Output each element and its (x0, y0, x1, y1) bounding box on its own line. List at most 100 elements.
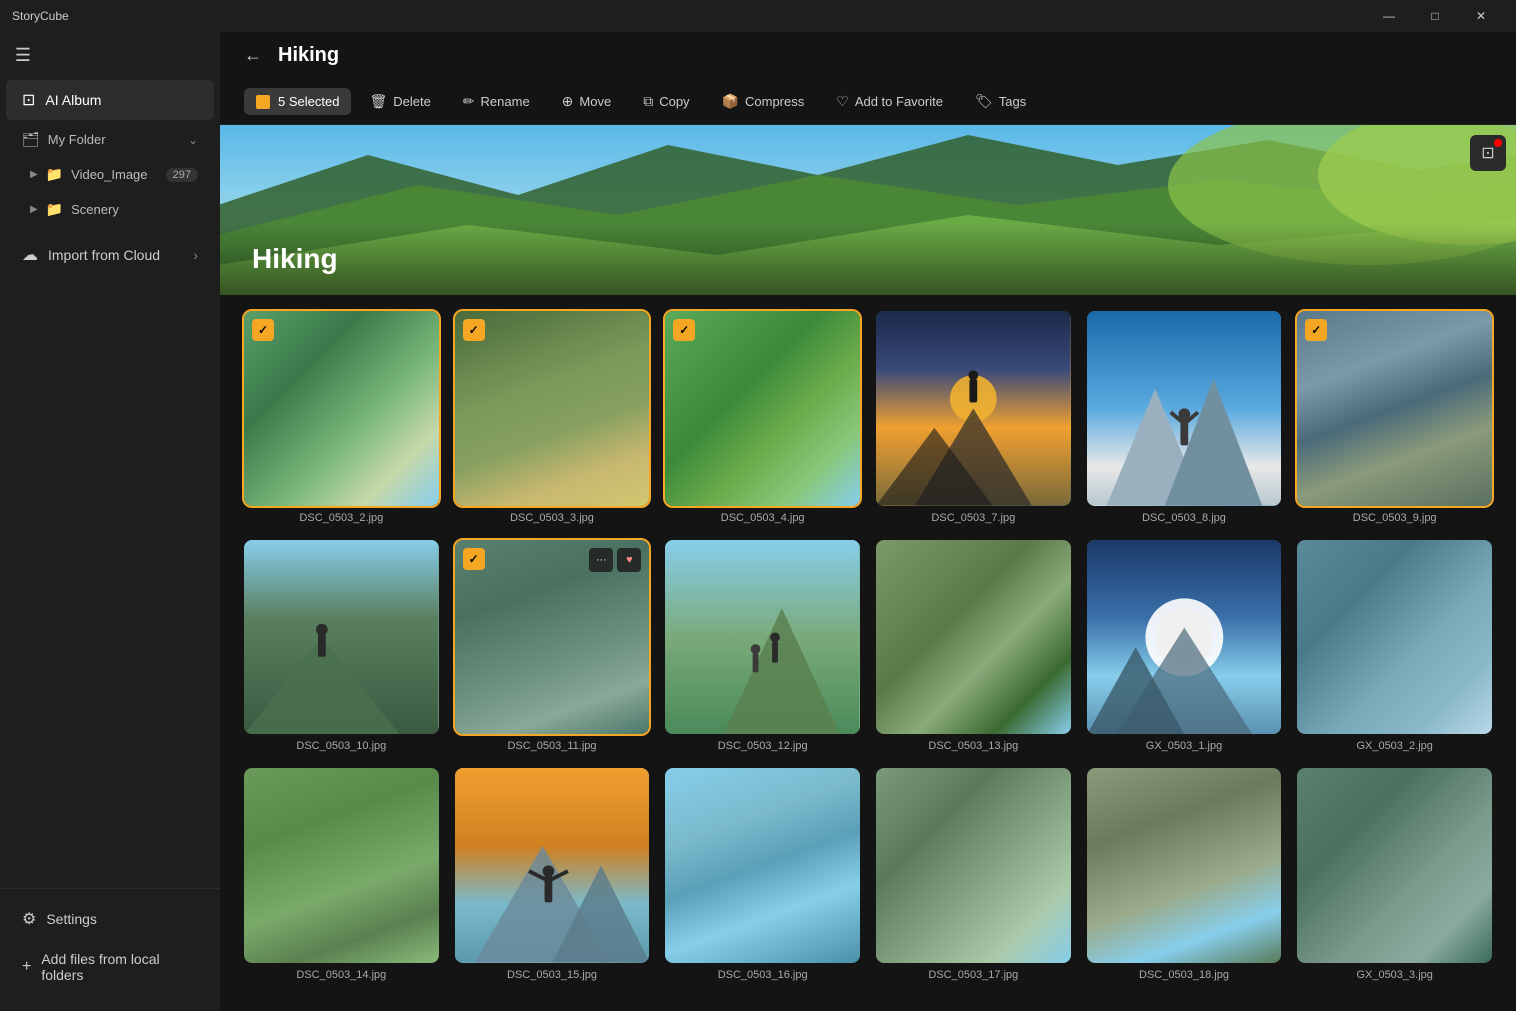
sidebar-item-settings[interactable]: ⚙ Settings (6, 899, 214, 939)
sidebar: ☰ ⊡ AI Album 🗂 My Folder ⌄ ▶ 📁 Video_Ima… (0, 32, 220, 1011)
copy-button[interactable]: ⧉ Copy (629, 87, 703, 116)
photo-item-dsc-0503-8[interactable]: DSC_0503_8.jpg (1087, 311, 1282, 524)
sidebar-item-my-folder-label: My Folder (48, 132, 106, 147)
gallery-row-1: ✓ DSC_0503_2.jpg ✓ DSC_0503_3.jpg ✓ DSC_… (244, 311, 1492, 524)
sidebar-item-my-folder[interactable]: 🗂 My Folder ⌄ (6, 123, 214, 156)
photo-name-dsc-0503-13: DSC_0503_13.jpg (876, 740, 1071, 752)
check-badge-1: ✓ (252, 319, 274, 341)
notification-dot (1494, 139, 1502, 147)
photo-item-dsc-0503-7[interactable]: DSC_0503_7.jpg (876, 311, 1071, 524)
photo-thumb-row3-6[interactable] (1297, 768, 1492, 963)
compress-button[interactable]: 📦 Compress (708, 87, 819, 116)
delete-button[interactable]: 🗑 Delete (355, 87, 444, 116)
add-files-label: Add files from local folders (41, 951, 198, 983)
photo-thumb-gx-0503-2[interactable] (1297, 540, 1492, 735)
photo-thumb-row3-4[interactable] (876, 768, 1071, 963)
photo-more-button[interactable]: ··· (589, 548, 613, 572)
move-label: Move (579, 94, 611, 109)
delete-label: Delete (393, 94, 431, 109)
photo-item-dsc-0503-12[interactable]: DSC_0503_12.jpg (665, 540, 860, 753)
folder-icon: 🗂 (22, 131, 40, 148)
photo-thumb-dsc-0503-12[interactable] (665, 540, 860, 735)
check-badge-2: ✓ (463, 319, 485, 341)
photo-thumb-row3-1[interactable] (244, 768, 439, 963)
photo-thumb-dsc-0503-3[interactable]: ✓ (455, 311, 650, 506)
photo-svg-7 (244, 540, 439, 735)
compress-label: Compress (745, 94, 804, 109)
photo-thumb-dsc-0503-10[interactable] (244, 540, 439, 735)
main-content: ← Hiking 5 Selected 🗑 Delete ✏ Rename ⊕ … (220, 32, 1516, 1011)
photo-thumb-row3-5[interactable] (1087, 768, 1282, 963)
sidebar-item-import-cloud[interactable]: ☁ Import from Cloud › (6, 235, 214, 275)
photo-thumb-dsc-0503-11[interactable]: ✓ ··· ♥ (455, 540, 650, 735)
selected-indicator (256, 95, 270, 109)
photo-name-row3-1: DSC_0503_14.jpg (244, 969, 439, 981)
sidebar-item-add-files[interactable]: + Add files from local folders (6, 941, 214, 993)
sidebar-item-video-image[interactable]: ▶ 📁 Video_Image 297 (6, 158, 214, 191)
import-cloud-label: Import from Cloud (48, 247, 160, 263)
photo-item-gx-0503-1[interactable]: GX_0503_1.jpg (1087, 540, 1282, 753)
menu-toggle-button[interactable]: ☰ (0, 32, 46, 78)
photo-item-dsc-0503-4[interactable]: ✓ DSC_0503_4.jpg (665, 311, 860, 524)
close-button[interactable]: ✕ (1458, 0, 1504, 32)
photo-item-row3-4[interactable]: DSC_0503_17.jpg (876, 768, 1071, 981)
tags-label: Tags (999, 94, 1026, 109)
photo-item-gx-0503-2[interactable]: GX_0503_2.jpg (1297, 540, 1492, 753)
photo-heart-button[interactable]: ♥ (617, 548, 641, 572)
tags-icon: 🏷 (975, 93, 993, 110)
photo-thumb-dsc-0503-9[interactable]: ✓ (1297, 311, 1492, 506)
titlebar: StoryCube — □ ✕ (0, 0, 1516, 32)
page-title: Hiking (278, 44, 339, 67)
photo-name-gx-0503-1: GX_0503_1.jpg (1087, 740, 1282, 752)
photo-name-dsc-0503-4: DSC_0503_4.jpg (665, 512, 860, 524)
gallery-area[interactable]: ✓ DSC_0503_2.jpg ✓ DSC_0503_3.jpg ✓ DSC_… (220, 295, 1516, 1011)
photo-thumb-dsc-0503-13[interactable] (876, 540, 1071, 735)
photo-svg-5 (1087, 311, 1282, 506)
sidebar-item-ai-album[interactable]: ⊡ AI Album (6, 80, 214, 120)
photo-item-row3-5[interactable]: DSC_0503_18.jpg (1087, 768, 1282, 981)
photo-svg-9 (665, 540, 860, 735)
photo-name-row3-5: DSC_0503_18.jpg (1087, 969, 1282, 981)
cloud-icon: ☁ (22, 245, 38, 265)
photo-item-dsc-0503-11[interactable]: ✓ ··· ♥ DSC_0503_11.jpg (455, 540, 650, 753)
photo-name-dsc-0503-7: DSC_0503_7.jpg (876, 512, 1071, 524)
sidebar-item-scenery[interactable]: ▶ 📁 Scenery (6, 193, 214, 226)
photo-thumb-row3-2[interactable] (455, 768, 650, 963)
photo-item-row3-6[interactable]: GX_0503_3.jpg (1297, 768, 1492, 981)
hero-overlay: Hiking (220, 223, 1516, 295)
photo-item-row3-1[interactable]: DSC_0503_14.jpg (244, 768, 439, 981)
photo-item-dsc-0503-2[interactable]: ✓ DSC_0503_2.jpg (244, 311, 439, 524)
selected-count-badge: 5 Selected (244, 88, 351, 115)
photo-item-dsc-0503-9[interactable]: ✓ DSC_0503_9.jpg (1297, 311, 1492, 524)
photo-name-dsc-0503-2: DSC_0503_2.jpg (244, 512, 439, 524)
photo-thumb-dsc-0503-4[interactable]: ✓ (665, 311, 860, 506)
rename-button[interactable]: ✏ Rename (449, 87, 544, 116)
expand-icon: ▶ (30, 169, 38, 180)
tags-button[interactable]: 🏷 Tags (961, 87, 1040, 116)
minimize-button[interactable]: — (1366, 0, 1412, 32)
add-favorite-button[interactable]: ♡ Add to Favorite (822, 87, 957, 116)
photo-item-dsc-0503-3[interactable]: ✓ DSC_0503_3.jpg (455, 311, 650, 524)
photo-thumb-dsc-0503-7[interactable] (876, 311, 1071, 506)
photo-item-row3-3[interactable]: DSC_0503_16.jpg (665, 768, 860, 981)
hero-title: Hiking (252, 243, 338, 274)
compress-icon: 📦 (722, 93, 739, 110)
move-button[interactable]: ⊕ Move (548, 87, 626, 116)
photo-thumb-gx-0503-1[interactable] (1087, 540, 1282, 735)
back-button[interactable]: ← (244, 45, 262, 66)
top-right-panel-button[interactable]: ⊡ (1470, 135, 1506, 171)
photo-thumb-dsc-0503-2[interactable]: ✓ (244, 311, 439, 506)
photo-item-dsc-0503-13[interactable]: DSC_0503_13.jpg (876, 540, 1071, 753)
maximize-button[interactable]: □ (1412, 0, 1458, 32)
photo-name-dsc-0503-3: DSC_0503_3.jpg (455, 512, 650, 524)
photo-thumb-row3-3[interactable] (665, 768, 860, 963)
settings-label: Settings (46, 911, 97, 927)
photo-thumb-dsc-0503-8[interactable] (1087, 311, 1282, 506)
photo-item-dsc-0503-10[interactable]: DSC_0503_10.jpg (244, 540, 439, 753)
panel-icon: ⊡ (1481, 143, 1494, 163)
copy-label: Copy (659, 94, 689, 109)
photo-name-row3-2: DSC_0503_15.jpg (455, 969, 650, 981)
sidebar-bottom: ⚙ Settings + Add files from local folder… (0, 888, 220, 995)
photo-item-row3-2[interactable]: DSC_0503_15.jpg (455, 768, 650, 981)
header-bar: ← Hiking (220, 32, 1516, 79)
